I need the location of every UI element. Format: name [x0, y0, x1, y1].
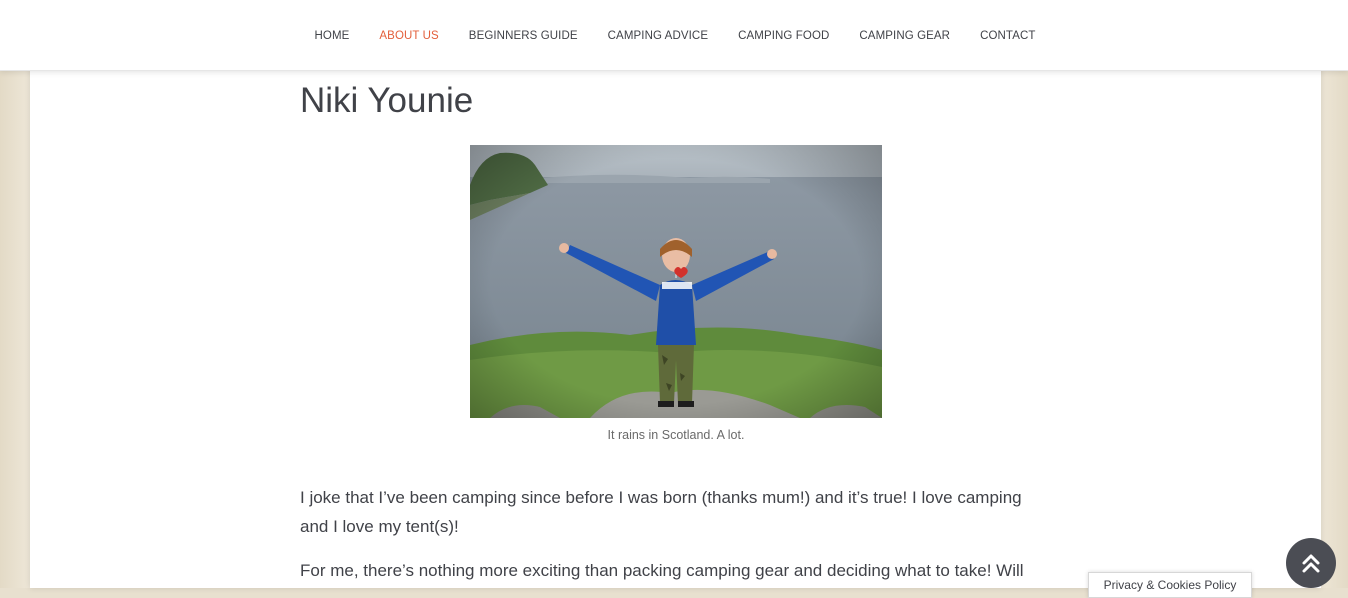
profile-photo: I — [470, 145, 882, 418]
menu-item-camping-gear: CAMPING GEAR — [859, 26, 950, 44]
nav-link-camping-food[interactable]: CAMPING FOOD — [738, 30, 829, 42]
nav-link-home[interactable]: HOME — [315, 30, 350, 42]
body-paragraph: For me, there’s nothing more exciting th… — [300, 561, 1024, 580]
double-chevron-up-icon — [1302, 554, 1320, 573]
main-content: Niki Younie It rains in Scotland. A lot.… — [300, 70, 1052, 580]
nav-link-contact[interactable]: CONTACT — [980, 30, 1035, 42]
privacy-cookies-button[interactable]: Privacy & Cookies Policy — [1088, 572, 1252, 598]
page-title: Niki Younie — [300, 81, 474, 120]
photo-illustration: I — [470, 145, 882, 418]
menu-item-camping-advice: CAMPING ADVICE — [608, 26, 708, 44]
photo-caption: It rains in Scotland. A lot. — [607, 428, 745, 442]
menu-item-camping-food: CAMPING FOOD — [738, 26, 829, 44]
page-background-left — [0, 0, 30, 588]
menu-item-contact: CONTACT — [980, 26, 1035, 44]
menu-item-beginners-guide: BEGINNERS GUIDE — [469, 26, 578, 44]
page-background-right — [1318, 0, 1348, 588]
back-to-top-button[interactable] — [1286, 538, 1336, 588]
nav-link-beginners-guide[interactable]: BEGINNERS GUIDE — [469, 30, 578, 42]
menu-item-home: HOME — [315, 26, 350, 44]
top-navbar: HOME ABOUT US BEGINNERS GUIDE CAMPING AD… — [0, 0, 1348, 71]
main-menu: HOME ABOUT US BEGINNERS GUIDE CAMPING AD… — [0, 0, 1348, 70]
nav-link-about-us[interactable]: ABOUT US — [379, 30, 438, 42]
nav-link-camping-gear[interactable]: CAMPING GEAR — [859, 30, 950, 42]
nav-link-camping-advice[interactable]: CAMPING ADVICE — [608, 30, 708, 42]
intro-paragraph: I joke that I’ve been camping since befo… — [300, 488, 1022, 536]
menu-item-about-us: ABOUT US — [379, 26, 438, 44]
